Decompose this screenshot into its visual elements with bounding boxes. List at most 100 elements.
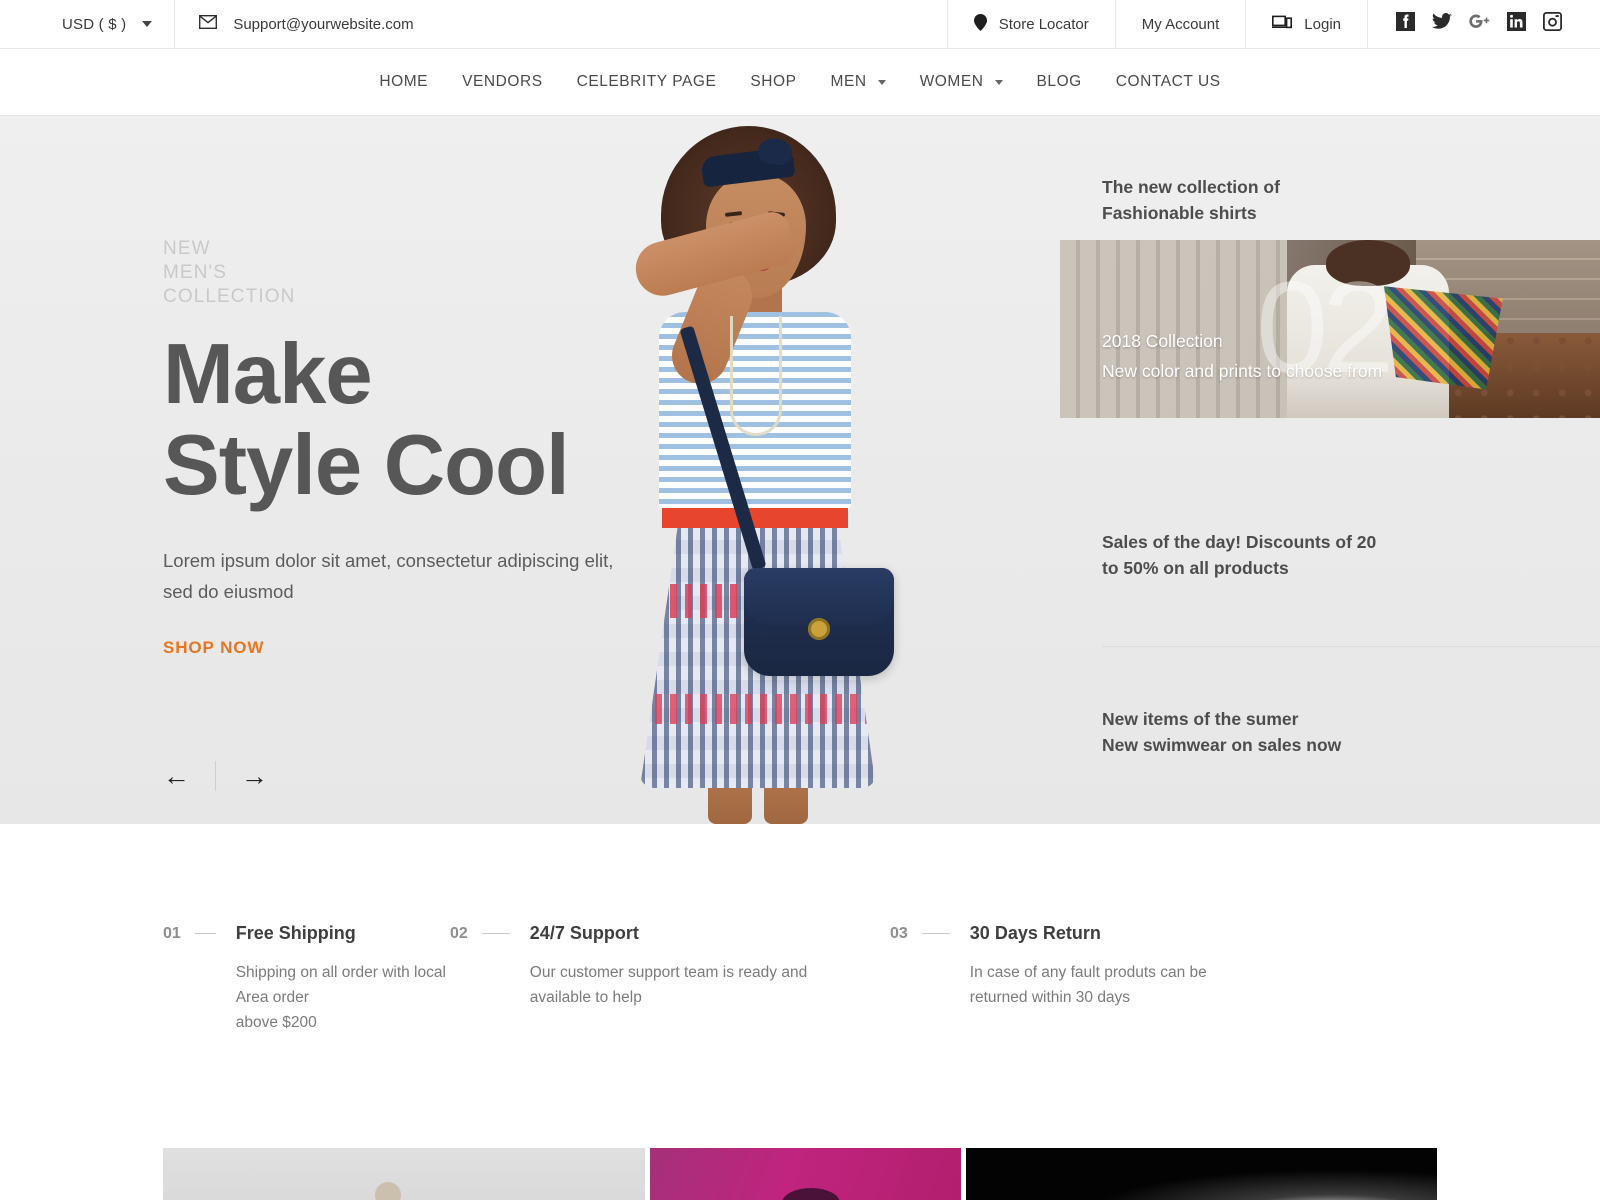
hero-eyebrow-line1: NEW [163, 238, 211, 259]
support-email-label: Support@yourwebsite.com [233, 15, 414, 33]
nav-item-contact-us[interactable]: CONTACT US [1099, 73, 1238, 91]
hero-title-line2: Style Cool [163, 418, 570, 513]
nav-item-men[interactable]: MEN [814, 73, 903, 91]
card-caption-line1: 2018 Collection [1102, 331, 1223, 351]
hero-eyebrow-line2: MEN'S [163, 262, 228, 283]
slider-divider [215, 761, 216, 791]
nav-label: CONTACT US [1115, 73, 1221, 90]
nav-item-women[interactable]: WOMEN [903, 73, 1020, 91]
sidebar-collection-card[interactable]: 02 2018 Collection New color and prints … [1060, 240, 1600, 418]
nav-label: CELEBRITY PAGE [576, 73, 717, 90]
nav-item-shop[interactable]: SHOP [733, 73, 813, 91]
store-locator-label: Store Locator [998, 15, 1089, 33]
top-bar: USD ( $ ) Support@yourwebsite.com Store … [0, 0, 1600, 49]
sidebar-promo-summer: New items of the sumer New swimwear on s… [1060, 706, 1341, 758]
nav-item-home[interactable]: HOME [362, 73, 445, 91]
hero-sidebar: The new collection of Fashionable shirts… [1060, 116, 1600, 824]
promo-card-light[interactable] [163, 1148, 646, 1200]
sidebar-promo-sales-line1: Sales of the day! Discounts of 20 [1102, 532, 1377, 552]
social-links [1368, 0, 1600, 48]
sidebar-promo-top-line2: Fashionable shirts [1102, 203, 1257, 223]
feature-support: 02 24/7 Support Our customer support tea… [450, 922, 890, 1084]
twitter-icon[interactable] [1432, 13, 1452, 35]
my-account-link[interactable]: My Account [1116, 0, 1247, 48]
map-pin-icon [973, 13, 987, 35]
hero-subtitle: Lorem ipsum dolor sit amet, consectetur … [163, 545, 683, 607]
nav-label: VENDORS [462, 73, 543, 90]
hero-title-line1: Make [163, 327, 373, 422]
feature-dash [481, 933, 510, 934]
nav-label: HOME [379, 73, 429, 90]
support-email[interactable]: Support@yourwebsite.com [175, 0, 948, 48]
card-caption-line2: New color and prints to choose from [1102, 361, 1383, 381]
model-navy-handbag [744, 568, 894, 676]
feature-dash [921, 933, 950, 934]
feature-title: 30 Days Return [969, 923, 1101, 943]
feature-desc-line1: Shipping on all order with local Area or… [235, 964, 446, 1006]
main-navigation: HOME VENDORS CELEBRITY PAGE SHOP MEN WOM… [0, 49, 1600, 116]
facebook-icon[interactable] [1396, 12, 1415, 36]
nav-label: SHOP [750, 73, 797, 90]
promo-card-magenta[interactable] [650, 1148, 962, 1200]
feature-number: 02 [450, 925, 468, 942]
sidebar-promo-top-line1: The new collection of [1102, 177, 1280, 197]
model-necklace [730, 316, 782, 436]
promo-cards-row [0, 1148, 1600, 1200]
card-shirt-pattern [1384, 286, 1503, 390]
hero-subtitle-line2: sed do eiusmod [163, 581, 294, 602]
hero-subtitle-line1: Lorem ipsum dolor sit amet, consectetur … [163, 550, 614, 571]
google-plus-icon[interactable] [1469, 14, 1490, 35]
chevron-down-icon [877, 79, 886, 85]
sidebar-divider [1102, 646, 1600, 647]
sidebar-promo-top: The new collection of Fashionable shirts [1060, 174, 1280, 226]
hero-title: Make Style Cool [163, 329, 683, 511]
hero-copy: NEW MEN'S COLLECTION Make Style Cool Lor… [163, 237, 683, 658]
feature-dash [194, 933, 216, 934]
instagram-icon[interactable] [1542, 11, 1563, 36]
feature-number: 03 [890, 925, 908, 942]
feature-description: Shipping on all order with local Area or… [236, 960, 450, 1035]
chevron-down-icon [142, 21, 153, 27]
feature-title: Free Shipping [235, 923, 356, 943]
feature-description: Our customer support team is ready and a… [530, 960, 807, 1010]
nav-label: MEN [830, 73, 867, 90]
nav-label: WOMEN [919, 73, 984, 90]
feature-returns: 03 30 Days Return In case of any fault p… [890, 922, 1330, 1084]
login-label: Login [1304, 15, 1341, 33]
sidebar-promo-sales: Sales of the day! Discounts of 20 to 50%… [1060, 529, 1376, 581]
features-row: 01 Free Shipping Shipping on all order w… [0, 824, 1600, 1084]
nav-item-vendors[interactable]: VENDORS [445, 73, 560, 91]
feature-desc-line1: In case of any fault produts can be [969, 964, 1207, 981]
sidebar-promo-sales-line2: to 50% on all products [1102, 558, 1289, 578]
chevron-down-icon [994, 79, 1003, 85]
feature-desc-line2: returned within 30 days [969, 989, 1131, 1006]
devices-icon [1272, 15, 1293, 34]
shop-now-button[interactable]: SHOP NOW [163, 638, 264, 658]
feature-title: 24/7 Support [529, 923, 639, 943]
hero-slider: NEW MEN'S COLLECTION Make Style Cool Lor… [0, 116, 1600, 824]
envelope-icon [199, 14, 218, 33]
currency-selector[interactable]: USD ( $ ) [0, 0, 176, 48]
nav-item-blog[interactable]: BLOG [1020, 73, 1099, 91]
nav-label: BLOG [1036, 73, 1082, 90]
store-locator-link[interactable]: Store Locator [948, 0, 1116, 48]
feature-description: In case of any fault produts can be retu… [970, 960, 1207, 1010]
card-caption: 2018 Collection New color and prints to … [1102, 326, 1382, 386]
sidebar-promo-summer-line2: New swimwear on sales now [1102, 735, 1342, 755]
feature-desc-line2: available to help [529, 989, 642, 1006]
feature-desc-line2: above $200 [235, 1014, 317, 1031]
login-link[interactable]: Login [1246, 0, 1368, 48]
slider-next-button[interactable]: → [241, 762, 268, 790]
model-brow-left [724, 211, 743, 217]
hero-eyebrow: NEW MEN'S COLLECTION [163, 237, 683, 309]
slider-prev-button[interactable]: ← [163, 762, 190, 790]
feature-desc-line1: Our customer support team is ready and [529, 964, 808, 981]
feature-free-shipping: 01 Free Shipping Shipping on all order w… [0, 922, 450, 1084]
sidebar-promo-summer-line1: New items of the sumer [1102, 709, 1299, 729]
linkedin-icon[interactable] [1507, 12, 1526, 36]
hero-slider-controls: ← → [163, 761, 268, 791]
promo-card-dark[interactable] [966, 1148, 1437, 1200]
feature-number: 01 [163, 925, 181, 942]
my-account-label: My Account [1141, 15, 1220, 33]
nav-item-celebrity-page[interactable]: CELEBRITY PAGE [560, 73, 734, 91]
